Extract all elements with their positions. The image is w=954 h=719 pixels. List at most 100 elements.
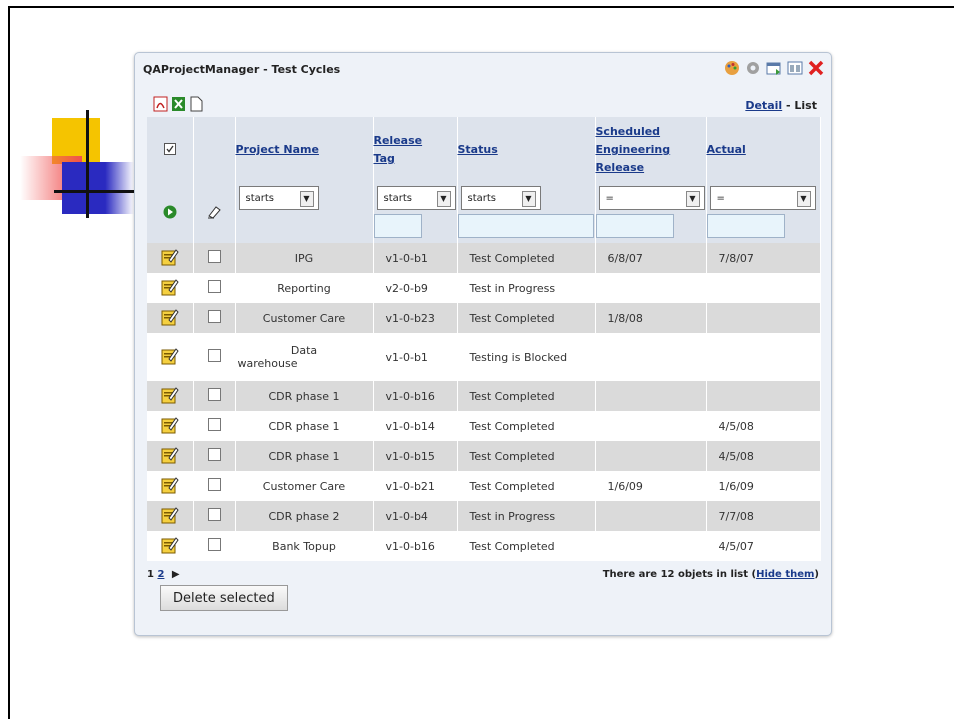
hide-them-link[interactable]: Hide them <box>756 569 814 580</box>
row-checkbox[interactable] <box>207 538 221 551</box>
sort-actual-link[interactable]: Actual <box>707 143 746 156</box>
scheduled-cell <box>595 411 707 441</box>
object-count-text: There are 12 objets in list ( <box>602 569 757 580</box>
sort-scheduled-link[interactable]: Scheduled Engineering Release <box>596 125 671 174</box>
project-name-cell: Reporting <box>235 273 374 303</box>
object-count: There are 12 objets in list (Hide them) <box>603 569 819 580</box>
edit-cell <box>147 303 194 333</box>
next-page-icon[interactable]: ▶ <box>172 569 180 580</box>
filter-actual-operator[interactable]: = ▼ <box>709 186 816 210</box>
filter-status-input[interactable] <box>457 214 594 238</box>
filter-release-tag-cell: starts ▼ <box>373 183 458 243</box>
release-tag-cell: v1-0-b4 <box>373 501 458 531</box>
eraser-icon[interactable] <box>206 205 222 219</box>
sort-release-tag-link[interactable]: Release Tag <box>374 134 423 165</box>
filter-release-tag-operator[interactable]: starts ▼ <box>376 186 456 210</box>
filter-actual-cell: = ▼ <box>706 183 821 243</box>
filter-scheduled-operator[interactable]: = ▼ <box>598 186 705 210</box>
checkbox-cell <box>193 501 236 531</box>
project-name-cell: CDR phase 1 <box>235 381 374 411</box>
scheduled-cell <box>595 381 707 411</box>
row-checkbox[interactable] <box>207 448 221 461</box>
export-icon[interactable] <box>765 59 783 77</box>
project-name-cell: CDR phase 2 <box>235 501 374 531</box>
sort-project-name-link[interactable]: Project Name <box>236 143 319 156</box>
page-2-link[interactable]: 2 <box>157 569 164 580</box>
table-row: Bank Topup v1-0-b16 Test Completed 4/5/07 <box>147 531 821 561</box>
edit-cell <box>147 411 194 441</box>
project-name-cell: Customer Care <box>235 471 374 501</box>
checkbox-cell <box>193 531 236 561</box>
status-cell: Test Completed <box>457 243 596 273</box>
project-name: CDR phase 2 <box>268 509 340 523</box>
edit-icon[interactable] <box>161 476 179 497</box>
row-checkbox[interactable] <box>207 310 221 323</box>
view-switch-separator: - <box>782 99 795 112</box>
scheduled-cell: 6/8/07 <box>595 243 707 273</box>
window-icon[interactable] <box>786 59 804 77</box>
test-cycles-window: QAProjectManager - Test Cycles Detail - … <box>134 52 832 636</box>
filter-actual-input[interactable] <box>706 214 785 238</box>
checkbox-cell <box>193 441 236 471</box>
edit-icon[interactable] <box>161 506 179 527</box>
gear-icon[interactable] <box>744 59 762 77</box>
release-tag-cell: v1-0-b14 <box>373 411 458 441</box>
edit-icon[interactable] <box>161 308 179 329</box>
row-checkbox[interactable] <box>207 478 221 491</box>
release-tag-cell: v1-0-b1 <box>373 333 458 381</box>
row-checkbox[interactable] <box>207 349 221 362</box>
go-cell <box>147 183 194 243</box>
close-icon[interactable] <box>807 59 825 77</box>
excel-icon[interactable] <box>171 96 186 112</box>
filter-status-cell: starts ▼ <box>457 183 596 243</box>
actual-cell: 7/8/07 <box>706 243 821 273</box>
col-header-status: Status <box>457 117 596 183</box>
edit-icon[interactable] <box>161 347 179 368</box>
scheduled-line-2: Engineering <box>595 143 671 156</box>
chevron-down-icon: ▼ <box>299 191 314 207</box>
sort-status-link[interactable]: Status <box>458 143 498 156</box>
row-checkbox[interactable] <box>207 388 221 401</box>
row-checkbox[interactable] <box>207 250 221 263</box>
edit-icon[interactable] <box>161 248 179 269</box>
project-name-cell: CDR phase 1 <box>235 411 374 441</box>
go-icon[interactable] <box>163 205 177 219</box>
row-checkbox[interactable] <box>207 418 221 431</box>
release-tag-cell: v1-0-b15 <box>373 441 458 471</box>
scheduled-line-3: Release <box>595 161 645 174</box>
delete-selected-button[interactable]: Delete selected <box>160 585 288 611</box>
actual-cell: 4/5/07 <box>706 531 821 561</box>
select-all-icon[interactable] <box>163 142 176 155</box>
row-checkbox[interactable] <box>207 508 221 521</box>
edit-icon[interactable] <box>161 536 179 557</box>
actual-cell: 7/7/08 <box>706 501 821 531</box>
filter-release-tag-input[interactable] <box>373 214 422 238</box>
chevron-down-icon: ▼ <box>436 191 451 207</box>
filter-status-operator[interactable]: starts ▼ <box>460 186 541 210</box>
project-name: Customer Care <box>262 311 346 325</box>
col-header-scheduled: Scheduled Engineering Release <box>595 117 707 183</box>
list-view-label: List <box>794 99 817 112</box>
actual-cell <box>706 273 821 303</box>
edit-icon[interactable] <box>161 416 179 437</box>
project-name: CDR phase 1 <box>268 389 340 403</box>
document-icon[interactable] <box>189 96 204 112</box>
filter-project-name-operator[interactable]: starts ▼ <box>238 186 319 210</box>
detail-view-link[interactable]: Detail <box>745 99 782 112</box>
edit-icon[interactable] <box>161 386 179 407</box>
pdf-icon[interactable] <box>153 96 168 112</box>
edit-icon[interactable] <box>161 278 179 299</box>
edit-icon[interactable] <box>161 446 179 467</box>
project-name: Customer Care <box>262 479 346 493</box>
chevron-down-icon: ▼ <box>796 191 811 207</box>
filter-actual-operator-value: = <box>716 193 725 204</box>
checkbox-cell <box>193 243 236 273</box>
status-cell: Test Completed <box>457 381 596 411</box>
row-checkbox[interactable] <box>207 280 221 293</box>
scheduled-cell <box>595 333 707 381</box>
filter-scheduled-input[interactable] <box>595 214 674 238</box>
status-cell: Test in Progress <box>457 501 596 531</box>
edit-cell <box>147 471 194 501</box>
palette-icon[interactable] <box>723 59 741 77</box>
select-all-header[interactable] <box>147 117 194 183</box>
